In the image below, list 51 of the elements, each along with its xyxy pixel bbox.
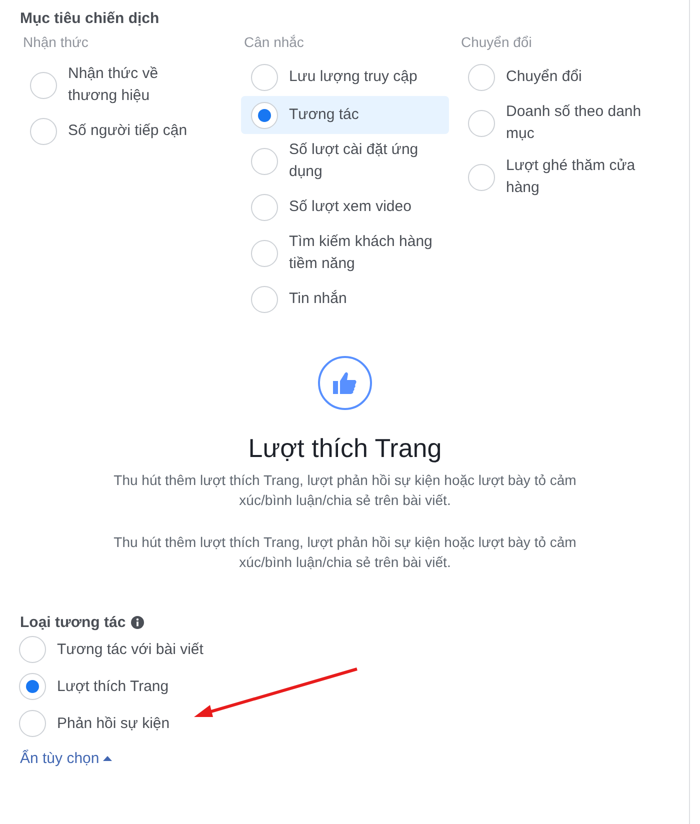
radio-button[interactable]: [251, 286, 278, 312]
option-label: Tin nhắn: [289, 289, 347, 309]
option-label: Tìm kiếm khách hàng tiềm năng: [289, 232, 434, 274]
caret-icon: [103, 756, 112, 761]
option-label: Phản hồi sự kiện: [57, 714, 170, 734]
radio-button[interactable]: [251, 194, 278, 220]
option-label: Lượt ghé thăm cửa hàng: [506, 156, 636, 198]
objective-title: Lượt thích Trang: [248, 433, 442, 464]
info-icon[interactable]: [130, 616, 144, 629]
option-label: Số lượt xem video: [289, 197, 412, 217]
radio-button[interactable]: [251, 148, 278, 174]
option-label: Tương tác với bài viết: [57, 640, 204, 660]
radio-button[interactable]: [251, 64, 278, 90]
radio-button[interactable]: [30, 72, 57, 98]
thumbs-up-icon: [318, 356, 372, 410]
column-heading: Chuyển đổi: [460, 34, 533, 50]
option-label: Nhận thức về thương hiệu: [68, 64, 160, 106]
radio-button[interactable]: [19, 673, 46, 700]
radio-button[interactable]: [251, 102, 278, 128]
radio-button[interactable]: [251, 240, 278, 266]
objective-option[interactable]: Số lượt xem video: [241, 188, 449, 226]
objective-option[interactable]: Tin nhắn: [241, 280, 449, 318]
radio-button[interactable]: [30, 118, 57, 144]
objective-option[interactable]: Nhận thức về thương hiệu: [20, 58, 218, 112]
option-label: Chuyển đổi: [506, 67, 582, 87]
objective-option[interactable]: Số người tiếp cận: [20, 112, 218, 150]
objective-option[interactable]: Lượt ghé thăm cửa hàng: [458, 150, 656, 204]
objective-option[interactable]: Số lượt cài đặt ứng dụng: [241, 134, 449, 188]
option-label: Số người tiếp cận: [68, 121, 188, 141]
objective-option[interactable]: Tương tác: [241, 96, 449, 134]
objective-option[interactable]: Lưu lượng truy cập: [241, 58, 449, 96]
objective-description: Thu hút thêm lượt thích Trang, lượt phản hồi sự kiện hoặc lượt bày tỏ cảm xúc/bình luận/chia sẻ trên bài viết.: [112, 471, 578, 510]
radio-button[interactable]: [468, 164, 495, 190]
radio-button[interactable]: [468, 110, 495, 136]
option-label: Số lượt cài đặt ứng dụng: [289, 140, 420, 182]
option-label: Lượt thích Trang: [57, 676, 169, 696]
section-title: Loại tương tác: [20, 614, 126, 631]
objective-description: Thu hút thêm lượt thích Trang, lượt phản hồi sự kiện hoặc lượt bày tỏ cảm xúc/bình luận/chia sẻ trên bài viết.: [112, 533, 578, 572]
hide-options-link[interactable]: Ẩn tùy chọn: [20, 750, 112, 767]
option-label: Lưu lượng truy cập: [289, 67, 418, 87]
option-label: Doanh số theo danh mục: [506, 102, 642, 144]
column-heading: Cân nhắc: [243, 34, 305, 50]
radio-button[interactable]: [19, 710, 46, 737]
objective-option[interactable]: Tìm kiếm khách hàng tiềm năng: [241, 226, 449, 280]
radio-button[interactable]: [468, 64, 495, 90]
column-heading: Nhận thức: [22, 34, 90, 50]
section-title: Mục tiêu chiến dịch: [20, 10, 160, 27]
objective-option[interactable]: Chuyển đổi: [458, 58, 656, 96]
option-label: Tương tác: [289, 105, 359, 125]
radio-button[interactable]: [19, 636, 46, 663]
objective-option[interactable]: Doanh số theo danh mục: [458, 96, 656, 150]
